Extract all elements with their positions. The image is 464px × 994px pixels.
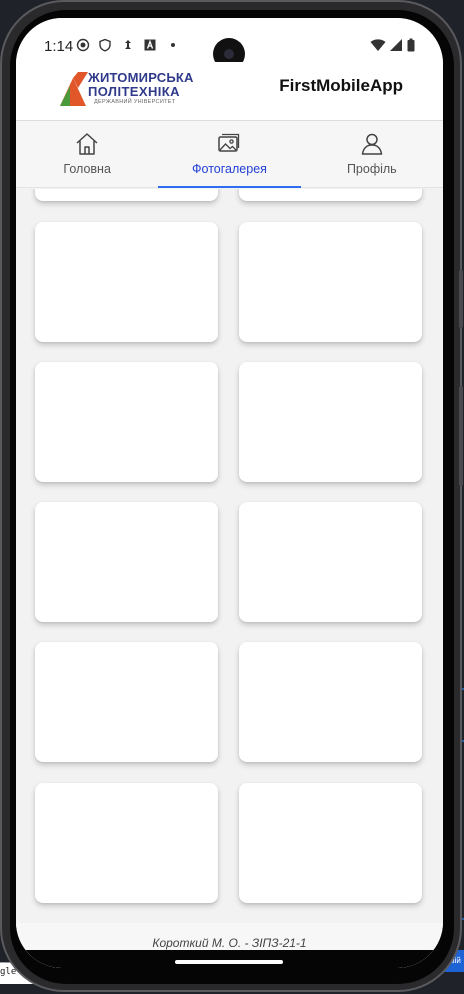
tab-home[interactable]: Головна — [16, 121, 158, 187]
gallery-card[interactable] — [35, 642, 218, 762]
active-tab-indicator — [158, 186, 301, 188]
font-icon — [144, 39, 156, 51]
system-nav-bar — [16, 950, 443, 968]
phone-frame: 1:14 ЖИТОМИРСЬКА ПОЛІТЕХНІКА ДЕРЖАВНИЙ У… — [0, 0, 463, 992]
shield-icon — [99, 38, 111, 52]
tab-gallery[interactable]: Фотогалерея — [158, 121, 300, 187]
logo-emblem-icon — [60, 72, 88, 106]
gallery-card[interactable] — [35, 362, 218, 482]
gallery-card[interactable] — [239, 189, 422, 201]
logo-line1: ЖИТОМИРСЬКА — [88, 70, 194, 85]
tab-gallery-label: Фотогалерея — [192, 162, 267, 176]
record-icon — [76, 38, 90, 52]
volume-up-button[interactable] — [459, 270, 463, 328]
gallery-card[interactable] — [239, 642, 422, 762]
battery-icon — [407, 38, 415, 52]
tab-profile[interactable]: Профіль — [301, 121, 443, 187]
gallery-card[interactable] — [35, 222, 218, 342]
tab-home-label: Головна — [63, 162, 111, 176]
gallery-icon — [218, 133, 240, 152]
tab-profile-label: Профіль — [346, 162, 397, 176]
status-bar: 1:14 — [16, 18, 443, 70]
device-screen: 1:14 ЖИТОМИРСЬКА ПОЛІТЕХНІКА ДЕРЖАВНИЙ У… — [16, 18, 443, 968]
home-icon — [76, 133, 98, 155]
university-logo: ЖИТОМИРСЬКА ПОЛІТЕХНІКА ДЕРЖАВНИЙ УНІВЕР… — [56, 66, 193, 110]
gallery-card[interactable] — [35, 783, 218, 903]
gallery-card[interactable] — [35, 189, 218, 201]
volume-down-button[interactable] — [459, 386, 463, 486]
cellular-icon — [390, 39, 402, 51]
home-gesture-bar[interactable] — [175, 960, 283, 964]
top-tab-bar: Головна Фотогалерея Профіль — [16, 120, 443, 188]
photo-gallery-grid[interactable] — [16, 189, 443, 924]
gallery-card[interactable] — [35, 502, 218, 622]
app-header: ЖИТОМИРСЬКА ПОЛІТЕХНІКА ДЕРЖАВНИЙ УНІВЕР… — [16, 62, 443, 120]
logo-subtitle: ДЕРЖАВНИЙ УНІВЕРСИТЕТ — [94, 99, 176, 105]
network-icon — [125, 40, 131, 49]
footer-author-text: Короткий М. О. - ЗІПЗ-21-1 — [152, 936, 307, 950]
status-time: 1:14 — [44, 38, 74, 55]
logo-line2: ПОЛІТЕХНІКА — [88, 84, 180, 99]
gallery-card[interactable] — [239, 502, 422, 622]
gallery-card[interactable] — [239, 362, 422, 482]
gallery-card[interactable] — [239, 222, 422, 342]
notification-dot-icon — [171, 43, 175, 47]
wifi-icon — [370, 39, 386, 51]
app-title: FirstMobileApp — [279, 76, 403, 95]
gallery-card[interactable] — [239, 783, 422, 903]
profile-icon — [361, 133, 383, 155]
